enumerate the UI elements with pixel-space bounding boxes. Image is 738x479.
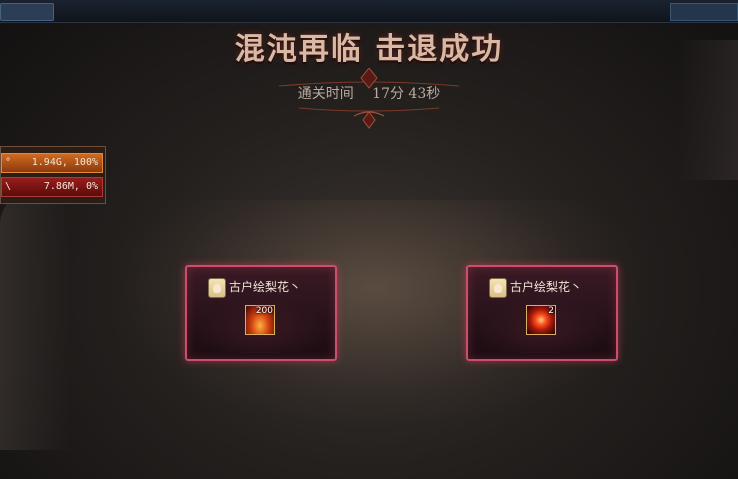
item-quantity: 2	[548, 306, 554, 316]
flame-item-icon[interactable]: 200	[245, 305, 275, 335]
hp-bar: ° 1.94G, 100%	[1, 153, 103, 173]
orb-item-icon[interactable]: 2	[526, 305, 556, 335]
stat-panel: ° 1.94G, 100% \ 7.86M, 0%	[0, 146, 106, 204]
mp-bar-value: 7.86M, 0%	[43, 181, 98, 192]
hp-bar-value: 1.94G, 100%	[31, 157, 98, 168]
top-bar	[0, 0, 738, 23]
mp-bar: \ 7.86M, 0%	[1, 177, 103, 197]
top-left-tab[interactable]	[0, 3, 54, 21]
player-name: 古户绘梨花丶	[510, 280, 583, 294]
background-character-left	[0, 190, 70, 450]
hp-bar-mark: °	[5, 157, 12, 168]
result-title: 混沌再临 击退成功	[234, 32, 504, 67]
clear-time-row: 通关时间 17分 43秒	[0, 83, 738, 103]
reward-card[interactable]: 古户绘梨花丶 200	[185, 265, 337, 361]
player-avatar-icon	[208, 278, 226, 298]
mp-bar-mark: \	[5, 181, 12, 192]
player-avatar-icon	[489, 278, 507, 298]
top-right-box[interactable]	[670, 3, 738, 21]
clear-time-label: 通关时间	[297, 86, 354, 102]
dungeon-result-scene: 混沌再临 击退成功 通关时间 17分 43秒 ° 1.94G, 100% \ 7…	[0, 0, 738, 479]
item-quantity: 200	[255, 306, 273, 316]
clear-time-value: 17分 43秒	[372, 86, 441, 102]
reward-card[interactable]: 古户绘梨花丶 2	[466, 265, 618, 361]
player-name: 古户绘梨花丶	[229, 280, 302, 294]
